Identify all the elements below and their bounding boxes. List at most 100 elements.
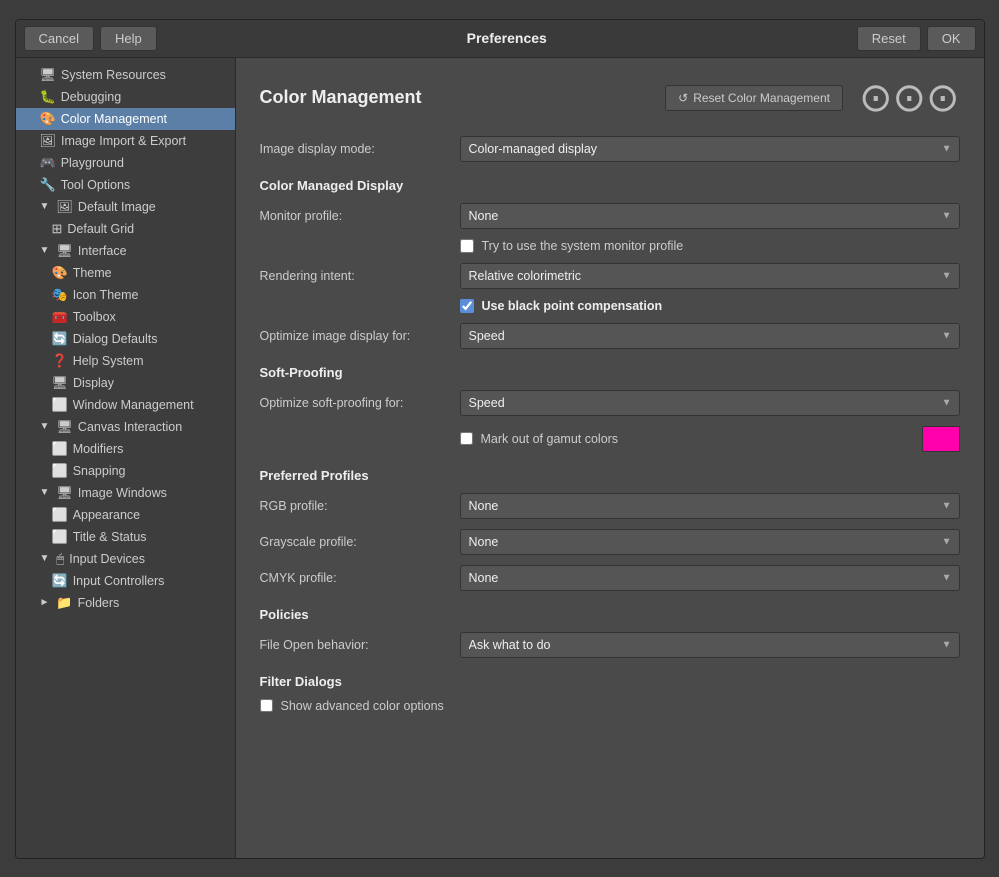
theme-icon: 🎨 [52, 265, 68, 281]
sidebar-item-theme[interactable]: 🎨 Theme [16, 262, 235, 284]
mark-gamut-checkbox[interactable] [460, 432, 473, 445]
try-system-monitor-label[interactable]: Try to use the system monitor profile [482, 239, 684, 253]
window-title: Preferences [163, 30, 851, 46]
try-system-monitor-row: Try to use the system monitor profile [460, 239, 960, 253]
sidebar-item-label: Help System [73, 354, 144, 368]
show-advanced-row: Show advanced color options [260, 699, 960, 713]
monitor-profile-select[interactable]: None [460, 203, 960, 229]
optimize-soft-proofing-select[interactable]: SpeedQuality [460, 390, 960, 416]
arrow-right-icon: ► [40, 597, 50, 608]
gamut-color-swatch[interactable] [922, 426, 960, 452]
help-button[interactable]: Help [100, 26, 157, 51]
sidebar-item-playground[interactable]: 🎮 Playground [16, 152, 235, 174]
sidebar-item-appearance[interactable]: ⬜ Appearance [16, 504, 235, 526]
rendering-intent-select[interactable]: PerceptualRelative colorimetricSaturatio… [460, 263, 960, 289]
grayscale-profile-select[interactable]: None [460, 529, 960, 555]
sidebar-item-window-management[interactable]: ⬜ Window Management [16, 394, 235, 416]
sidebar-item-dialog-defaults[interactable]: 🔄 Dialog Defaults [16, 328, 235, 350]
input-controllers-icon: 🔄 [52, 573, 68, 589]
file-open-wrapper: Ask what to doKeep embedded profileConve… [460, 632, 960, 658]
titlebar-right: Reset OK [857, 26, 976, 51]
sidebar-item-input-devices[interactable]: ▼ 🖱 Input Devices [16, 548, 235, 570]
try-system-monitor-checkbox[interactable] [460, 239, 474, 253]
reset-color-management-button[interactable]: ↺ Reset Color Management [665, 85, 843, 111]
sidebar-item-icon-theme[interactable]: 🎭 Icon Theme [16, 284, 235, 306]
file-open-select[interactable]: Ask what to doKeep embedded profileConve… [460, 632, 960, 658]
sidebar-item-display[interactable]: 🖥 Display [16, 372, 235, 394]
sidebar-item-toolbox[interactable]: 🧰 Toolbox [16, 306, 235, 328]
sidebar-item-tool-options[interactable]: 🔧 Tool Options [16, 174, 235, 196]
sidebar: 🖥 System Resources 🐛 Debugging 🎨 Color M… [16, 58, 236, 858]
optimize-soft-proofing-row: Optimize soft-proofing for: SpeedQuality [260, 390, 960, 416]
sidebar-item-label: Canvas Interaction [78, 420, 182, 434]
help-system-icon: ❓ [52, 353, 68, 369]
mark-gamut-label[interactable]: Mark out of gamut colors [481, 432, 914, 446]
sidebar-item-image-windows[interactable]: ▼ 🖥 Image Windows [16, 482, 235, 504]
sidebar-item-label: Toolbox [73, 310, 116, 324]
sidebar-item-canvas-interaction[interactable]: ▼ 🖥 Canvas Interaction [16, 416, 235, 438]
file-open-label: File Open behavior: [260, 638, 460, 652]
sidebar-item-image-import-export[interactable]: 🖼 Image Import & Export [16, 130, 235, 152]
sidebar-item-folders[interactable]: ► 📁 Folders [16, 592, 235, 614]
toolbox-icon: 🧰 [52, 309, 68, 325]
page-header: Color Management ↺ Reset Color Managemen… [260, 78, 960, 118]
sidebar-item-label: Display [73, 376, 114, 390]
sidebar-item-modifiers[interactable]: ⬜ Modifiers [16, 438, 235, 460]
sidebar-item-label: Image Windows [78, 486, 167, 500]
mark-gamut-row: Mark out of gamut colors [460, 426, 960, 452]
black-point-row: Use black point compensation [460, 299, 960, 313]
sidebar-item-system-resources[interactable]: 🖥 System Resources [16, 64, 235, 86]
sidebar-item-label: Input Devices [69, 552, 145, 566]
arrow-down-icon: ▼ [40, 201, 50, 212]
icon-theme-icon: 🎭 [52, 287, 68, 303]
grayscale-profile-wrapper: None [460, 529, 960, 555]
color-management-icon-large: ⊙⊙⊙ [859, 78, 960, 118]
cmyk-profile-wrapper: None [460, 565, 960, 591]
show-advanced-checkbox[interactable] [260, 699, 273, 712]
image-display-mode-row: Image display mode: Color-managed displa… [260, 136, 960, 162]
cmyk-profile-row: CMYK profile: None [260, 565, 960, 591]
cancel-button[interactable]: Cancel [24, 26, 94, 51]
rgb-profile-select[interactable]: None [460, 493, 960, 519]
interface-icon: 🖥 [56, 243, 73, 259]
sidebar-item-debugging[interactable]: 🐛 Debugging [16, 86, 235, 108]
sidebar-item-label: Default Grid [67, 222, 134, 236]
playground-icon: 🎮 [40, 155, 56, 171]
rendering-intent-wrapper: PerceptualRelative colorimetricSaturatio… [460, 263, 960, 289]
sidebar-item-label: Image Import & Export [61, 134, 186, 148]
arrow-down-icon3: ▼ [40, 421, 50, 432]
rgb-profile-row: RGB profile: None [260, 493, 960, 519]
sidebar-item-default-image[interactable]: ▼ 🖼 Default Image [16, 196, 235, 218]
sidebar-item-interface[interactable]: ▼ 🖥 Interface [16, 240, 235, 262]
optimize-display-label: Optimize image display for: [260, 329, 460, 343]
optimize-display-select[interactable]: SpeedQuality [460, 323, 960, 349]
sidebar-item-label: Icon Theme [73, 288, 139, 302]
sidebar-item-label: Interface [78, 244, 127, 258]
reset-button[interactable]: Reset [857, 26, 921, 51]
sidebar-item-default-grid[interactable]: ⊞ Default Grid [16, 218, 235, 240]
arrow-down-icon4: ▼ [40, 487, 50, 498]
sidebar-item-label: Color Management [61, 112, 167, 126]
show-advanced-label[interactable]: Show advanced color options [281, 699, 444, 713]
image-display-mode-wrapper: Color-managed displayNo color management… [460, 136, 960, 162]
cmyk-profile-select[interactable]: None [460, 565, 960, 591]
image-display-mode-select[interactable]: Color-managed displayNo color management… [460, 136, 960, 162]
grayscale-profile-label: Grayscale profile: [260, 535, 460, 549]
sidebar-item-color-management[interactable]: 🎨 Color Management [16, 108, 235, 130]
cmyk-profile-label: CMYK profile: [260, 571, 460, 585]
sidebar-item-help-system[interactable]: ❓ Help System [16, 350, 235, 372]
optimize-display-row: Optimize image display for: SpeedQuality [260, 323, 960, 349]
body: 🖥 System Resources 🐛 Debugging 🎨 Color M… [16, 58, 984, 858]
sidebar-item-input-controllers[interactable]: 🔄 Input Controllers [16, 570, 235, 592]
black-point-checkbox[interactable] [460, 299, 474, 313]
black-point-label[interactable]: Use black point compensation [482, 299, 663, 313]
page-title: Color Management [260, 87, 422, 108]
window-management-icon: ⬜ [52, 397, 68, 413]
sidebar-item-snapping[interactable]: ⬜ Snapping [16, 460, 235, 482]
sidebar-item-label: Modifiers [73, 442, 124, 456]
debugging-icon: 🐛 [40, 89, 56, 105]
sidebar-item-title-status[interactable]: ⬜ Title & Status [16, 526, 235, 548]
rendering-intent-row: Rendering intent: PerceptualRelative col… [260, 263, 960, 289]
sidebar-item-label: Appearance [73, 508, 140, 522]
ok-button[interactable]: OK [927, 26, 976, 51]
